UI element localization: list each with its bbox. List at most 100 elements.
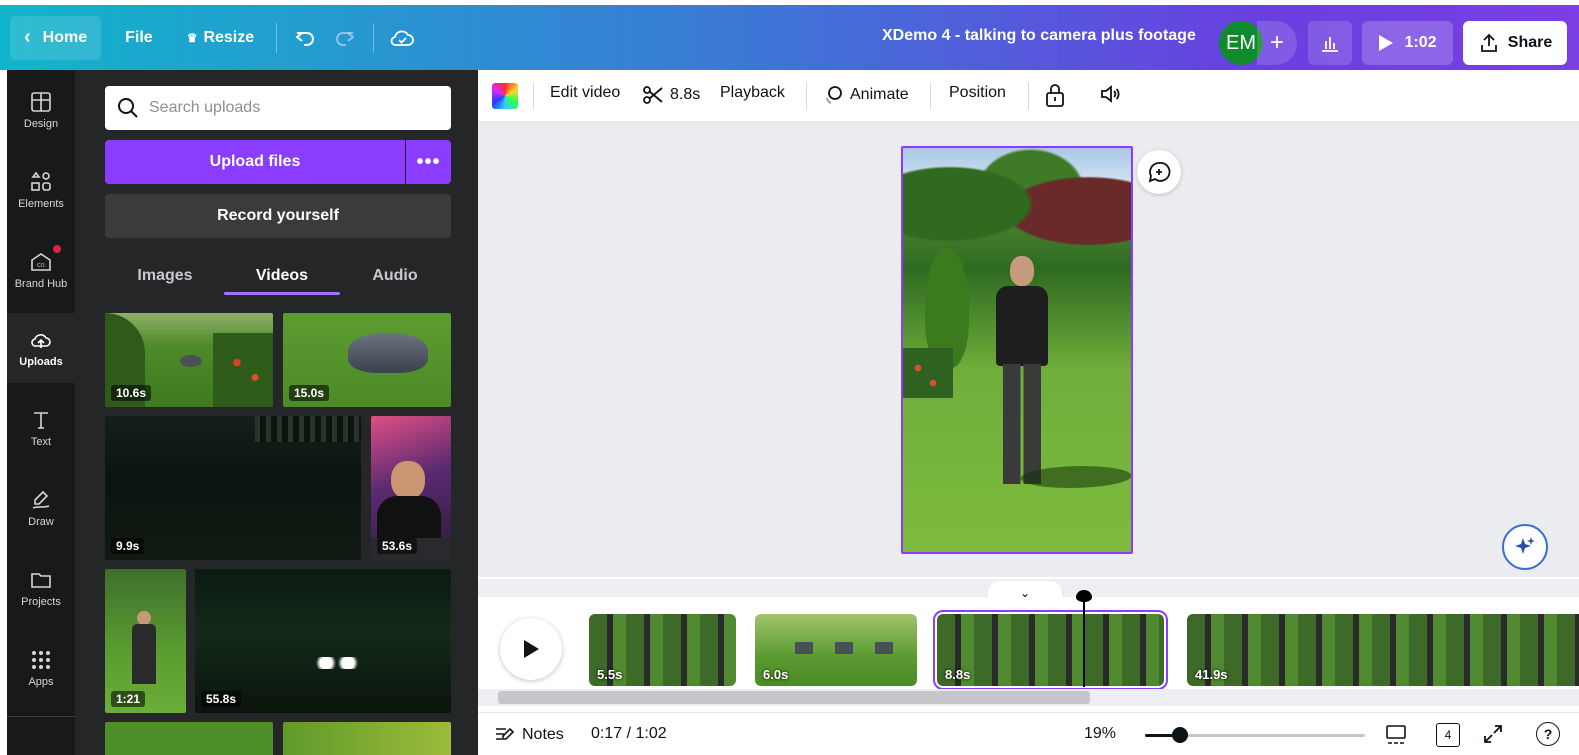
volume-button[interactable]	[1098, 82, 1122, 106]
video-thumbnail[interactable]: 9.9s	[105, 416, 361, 560]
search-input[interactable]	[149, 99, 429, 117]
notification-dot	[53, 245, 61, 253]
share-button[interactable]: Share	[1463, 21, 1567, 65]
grid-view-button[interactable]	[1384, 723, 1408, 747]
add-comment-button[interactable]	[1137, 150, 1181, 194]
video-thumbnail[interactable]	[105, 722, 273, 755]
rail-item-uploads[interactable]: Uploads	[7, 313, 75, 383]
apps-grid-icon	[32, 651, 50, 669]
pages-button[interactable]: 4	[1436, 723, 1460, 747]
timeline: ⌄ 5.5s 6.0s 8.8s 41.9s	[478, 577, 1579, 712]
redo-button[interactable]	[325, 18, 365, 58]
crown-icon: ♛	[186, 30, 198, 45]
video-thumbnail[interactable]: 1:21	[105, 569, 186, 713]
insights-button[interactable]	[1308, 21, 1352, 65]
chevron-down-icon: ⌄	[1019, 586, 1031, 600]
trim-duration: 8.8s	[670, 86, 701, 103]
add-collaborator-button[interactable]: +	[1257, 21, 1297, 65]
search-box[interactable]	[105, 86, 451, 130]
rail-item-apps[interactable]: Apps	[7, 633, 75, 703]
clip-duration: 8.8s	[945, 667, 971, 682]
home-button[interactable]: ‹ Home	[10, 15, 102, 60]
video-thumbnail[interactable]	[283, 722, 451, 755]
tab-videos[interactable]: Videos	[242, 256, 322, 296]
lock-button[interactable]	[1044, 82, 1066, 108]
help-button[interactable]: ?	[1536, 722, 1560, 746]
timeline-clip[interactable]: 6.0s	[755, 614, 917, 686]
duration-badge: 15.0s	[289, 385, 330, 401]
playback-button[interactable]: Playback	[720, 84, 785, 102]
duration-badge: 9.9s	[111, 538, 145, 554]
color-picker-button[interactable]	[492, 83, 518, 109]
clip-duration: 6.0s	[763, 667, 789, 682]
active-tab-indicator	[224, 292, 340, 295]
rail-item-text[interactable]: Text	[7, 393, 75, 463]
trim-button[interactable]: 8.8s	[642, 84, 700, 106]
video-frame	[903, 148, 1131, 552]
play-button[interactable]	[500, 618, 562, 680]
svg-text:CO.: CO.	[37, 263, 46, 269]
timeline-clip-selected[interactable]: 8.8s	[933, 610, 1168, 690]
document-title[interactable]: XDemo 4 - talking to camera plus footage	[882, 27, 1196, 45]
cloud-upload-icon	[31, 334, 51, 348]
collapse-timeline-button[interactable]: ⌄	[988, 581, 1062, 605]
magic-assistant-button[interactable]	[1502, 524, 1548, 570]
timeline-clip[interactable]: 5.5s	[589, 614, 736, 686]
more-options-button[interactable]: •••	[406, 140, 451, 184]
divider	[533, 82, 534, 110]
present-button[interactable]: 1:02	[1362, 21, 1453, 65]
video-thumbnail[interactable]: 15.0s	[283, 313, 451, 407]
upload-files-button[interactable]: Upload files	[105, 140, 405, 184]
video-thumbnail[interactable]: 55.8s	[195, 569, 451, 713]
time-readout: 0:17 / 1:02	[591, 725, 667, 742]
zoom-percent[interactable]: 19%	[1084, 725, 1116, 743]
record-yourself-button[interactable]: Record yourself	[105, 194, 451, 238]
file-menu-button[interactable]: File	[111, 16, 167, 60]
rail-label: Brand Hub	[14, 278, 68, 290]
person-body-graphic	[996, 286, 1048, 366]
expand-icon	[1484, 725, 1502, 743]
undo-button[interactable]	[285, 18, 325, 58]
video-thumbnail[interactable]: 53.6s	[371, 416, 451, 560]
notes-button[interactable]: Notes	[494, 725, 564, 745]
person-head-graphic	[1010, 256, 1034, 286]
video-thumbnail[interactable]: 10.6s	[105, 313, 273, 407]
duration-badge: 10.6s	[111, 385, 152, 401]
rail-label: Elements	[18, 198, 64, 210]
color-swatch-icon	[492, 83, 518, 109]
help-icon: ?	[1536, 722, 1560, 746]
position-button[interactable]: Position	[949, 84, 1006, 102]
rail-item-draw[interactable]: Draw	[7, 473, 75, 543]
scrollbar-thumb[interactable]	[498, 691, 1090, 704]
comment-plus-icon	[1148, 162, 1171, 183]
tab-images[interactable]: Images	[125, 256, 205, 296]
edit-video-button[interactable]: Edit video	[550, 84, 620, 102]
zoom-slider-handle[interactable]	[1172, 727, 1188, 743]
top-bar: ‹ Home File ♛ Resize XDemo 4 - talking t…	[0, 5, 1579, 70]
rail-item-projects[interactable]: Projects	[7, 553, 75, 623]
brand-hub-icon: CO.	[31, 253, 51, 271]
chevron-left-icon: ‹	[24, 26, 31, 48]
playhead-handle[interactable]	[1076, 590, 1092, 602]
save-status-button[interactable]	[382, 18, 422, 58]
rail-item-brand-hub[interactable]: CO. Brand Hub	[7, 235, 75, 305]
rail-label: Design	[23, 118, 59, 130]
left-rail: Design Elements CO. Brand Hub Uploads Te…	[7, 70, 75, 755]
resize-button[interactable]: ♛ Resize	[173, 16, 268, 60]
timeline-clip[interactable]: 41.9s	[1187, 614, 1579, 686]
design-page[interactable]	[901, 146, 1133, 554]
playhead[interactable]	[1083, 590, 1085, 687]
tab-audio[interactable]: Audio	[355, 256, 435, 296]
rail-item-elements[interactable]: Elements	[7, 155, 75, 225]
share-label: Share	[1507, 34, 1553, 51]
rail-item-design[interactable]: Design	[7, 75, 75, 145]
fullscreen-button[interactable]	[1482, 723, 1504, 745]
layout-icon	[31, 92, 51, 112]
divider	[276, 22, 278, 53]
shapes-icon	[31, 171, 51, 191]
flowers-graphic	[903, 348, 953, 398]
animate-button[interactable]: Animate	[822, 84, 909, 106]
scissors-icon	[643, 86, 663, 104]
duration-badge: 55.8s	[201, 691, 242, 707]
rail-label: Text	[30, 436, 52, 448]
